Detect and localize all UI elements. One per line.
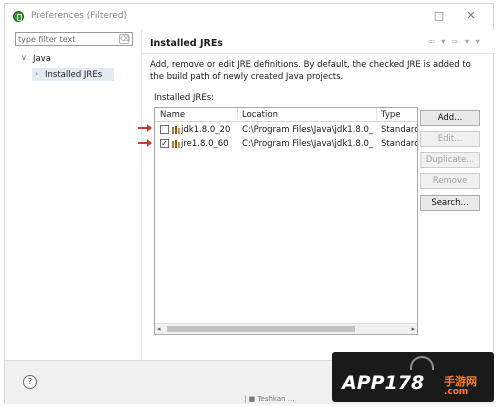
watermark-logo-text: APP178 <box>342 372 425 394</box>
maximize-icon[interactable]: □ <box>431 8 447 24</box>
scroll-right-icon[interactable]: ▸ <box>411 325 415 333</box>
annotation-arrow <box>138 124 152 132</box>
column-header-location[interactable]: Location <box>242 110 278 120</box>
column-header-type[interactable]: Type <box>381 110 401 120</box>
title-bar: Preferences (Filtered) □ ✕ <box>5 4 493 28</box>
left-pane: ⌫ ∨ Java › Installed JREs <box>15 32 136 358</box>
tree-item-installed-jres[interactable]: Installed JREs <box>45 70 102 80</box>
close-icon[interactable]: ✕ <box>463 8 479 24</box>
help-icon[interactable]: ? <box>23 375 37 389</box>
column-header-name[interactable]: Name <box>160 110 185 120</box>
jre-table: Name Location Type jdk1.8.0_20 C:\Progra… <box>154 107 418 335</box>
tree-item-java[interactable]: Java <box>33 54 51 64</box>
column-divider[interactable] <box>237 108 238 122</box>
jre-name: jre1.8.0_60 <box>181 139 229 149</box>
page-header: Installed JREs ⇦ ▾ ⇨ ▾ ▾ <box>142 30 495 54</box>
filter-input[interactable] <box>15 32 133 46</box>
navigation-arrows-icon[interactable]: ⇦ ▾ ⇨ ▾ ▾ <box>428 37 482 46</box>
taskbar-fragment: | ■ Teshkan ... <box>244 395 295 403</box>
window-title: Preferences (Filtered) <box>31 11 128 21</box>
jre-library-icon <box>172 126 180 134</box>
jre-type: Standarc <box>381 139 417 149</box>
jre-type: Standarc <box>381 125 417 135</box>
jre-checkbox[interactable] <box>160 125 169 134</box>
right-pane: Installed JREs ⇦ ▾ ⇨ ▾ ▾ Add, remove or … <box>142 30 495 360</box>
jre-name: jdk1.8.0_20 <box>181 125 231 135</box>
scrollbar-thumb[interactable] <box>167 326 355 332</box>
page-description: Add, remove or edit JRE definitions. By … <box>150 60 471 82</box>
page-title: Installed JREs <box>150 38 223 49</box>
annotation-arrow <box>138 139 152 147</box>
jre-checkbox[interactable]: ✓ <box>160 139 169 148</box>
table-header: Name Location Type <box>155 108 417 122</box>
duplicate-button[interactable]: Duplicate... <box>420 152 480 168</box>
jre-location: C:\Program Files\Java\jdk1.8.0_... <box>242 139 374 149</box>
eclipse-icon <box>13 11 24 22</box>
add-button[interactable]: Add... <box>420 110 480 126</box>
table-row[interactable]: ✓ jre1.8.0_60 C:\Program Files\Java\jdk1… <box>155 137 417 151</box>
scroll-left-icon[interactable]: ◂ <box>157 325 161 333</box>
watermark-ring-icon <box>410 356 434 370</box>
jre-library-icon <box>172 140 180 148</box>
expand-java-icon[interactable]: ∨ <box>21 53 27 62</box>
remove-button[interactable]: Remove <box>420 173 480 189</box>
clear-filter-icon[interactable]: ⌫ <box>119 34 130 44</box>
search-button[interactable]: Search... <box>420 195 480 211</box>
table-row[interactable]: jdk1.8.0_20 C:\Program Files\Java\jdk1.8… <box>155 123 417 137</box>
jre-location: C:\Program Files\Java\jdk1.8.0_... <box>242 125 374 135</box>
chevron-right-icon: › <box>35 69 39 78</box>
column-divider[interactable] <box>376 108 377 122</box>
app178-watermark: APP178 手游网 .com <box>332 352 494 402</box>
horizontal-scrollbar[interactable]: ◂ ▸ <box>155 323 417 334</box>
watermark-domain-text: .com <box>444 387 469 397</box>
preferences-window: Preferences (Filtered) □ ✕ ⌫ ∨ Java › In… <box>4 3 495 404</box>
installed-jres-label: Installed JREs: <box>154 93 214 103</box>
edit-button[interactable]: Edit... <box>420 131 480 147</box>
